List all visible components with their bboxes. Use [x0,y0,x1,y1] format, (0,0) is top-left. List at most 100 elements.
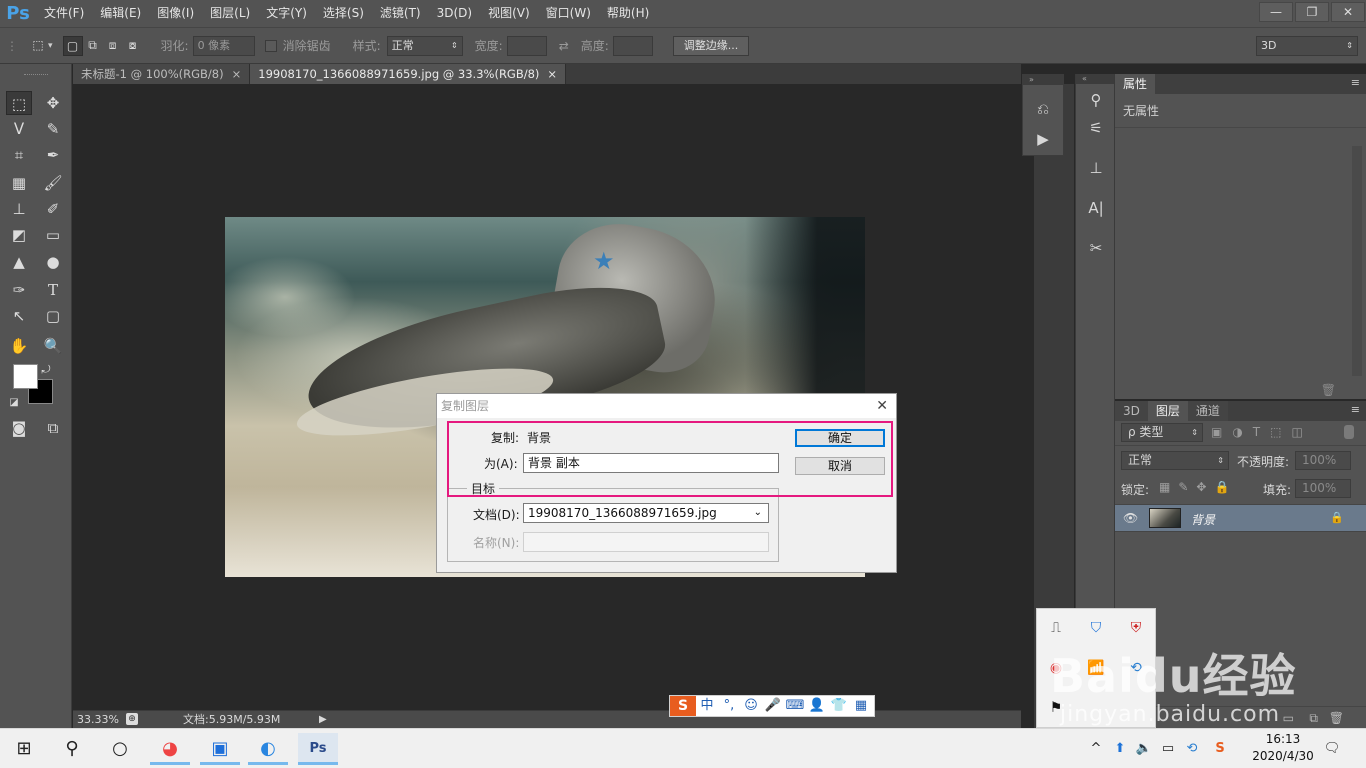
shield-icon[interactable]: ⛉ [1085,617,1107,639]
layer-row[interactable]: 👁 背景 🔒 [1115,504,1366,532]
gradient-tool-icon[interactable]: ▭ [40,223,66,247]
close-tab-icon[interactable]: × [547,67,557,81]
move-tool-icon[interactable]: ✥ [40,91,66,115]
new-group-icon[interactable]: ▭ [1283,711,1294,725]
tool-presets-icon[interactable]: ✂ [1084,236,1108,260]
browser-app-icon[interactable]: ◕ [150,733,190,765]
menu-view[interactable]: 视图(V) [480,0,538,27]
subtract-selection-icon[interactable]: ⧈ [103,36,123,56]
type-tool-icon[interactable]: T [40,278,66,302]
healing-brush-tool-icon[interactable]: ▦ [6,171,32,195]
width-input[interactable] [506,35,547,56]
history-icon[interactable]: ⎌ [1031,97,1055,121]
default-colors-icon[interactable]: ◪ [6,391,22,415]
history-brush-tool-icon[interactable]: ✐ [40,197,66,221]
clone-stamp-tool-icon[interactable]: ⊥ [6,197,32,221]
photoshop-app-icon[interactable]: Ps [298,733,338,765]
close-tab-icon[interactable]: × [232,67,242,81]
zoom-tool-icon[interactable]: 🔍 [40,334,66,358]
menu-select[interactable]: 选择(S) [315,0,372,27]
menu-help[interactable]: 帮助(H) [599,0,657,27]
punctuation-icon[interactable]: °, [718,696,740,716]
eyedropper-tool-icon[interactable]: ✒ [40,143,66,167]
rect-marquee-tool-icon[interactable]: ⬚ [6,91,32,115]
tab-3d[interactable]: 3D [1115,401,1148,421]
hand-tool-icon[interactable]: ✋ [6,334,32,358]
menu-image[interactable]: 图像(I) [149,0,202,27]
panel-menu-icon[interactable]: ≡ [1351,76,1360,89]
tab-photo[interactable]: 19908170_1366088971659.jpg @ 33.3%(RGB/8… [250,64,567,84]
eye-icon[interactable]: 👁 [1123,511,1138,525]
tab-layers[interactable]: 图层 [1147,401,1188,421]
security-icon[interactable]: ⛨ [1125,617,1147,639]
lasso-tool-icon[interactable]: ᐯ [6,117,32,141]
tab-untitled[interactable]: 未标题-1 @ 100%(RGB/8) × [73,64,251,84]
menu-3d[interactable]: 3D(D) [429,0,480,27]
search-icon[interactable]: ⚲ [52,733,92,765]
quick-mask-icon[interactable]: ◙ [6,416,32,440]
emoji-icon[interactable]: ☺ [740,696,762,716]
microphone-icon[interactable]: 🎤 [762,696,784,716]
intersect-selection-icon[interactable]: ⧇ [123,36,143,56]
blend-mode-select[interactable]: 正常 ⇕ [1121,451,1229,470]
path-select-tool-icon[interactable]: ↖ [6,304,32,328]
restore-button[interactable]: ❐ [1295,2,1329,22]
sogou-logo-icon[interactable]: S [670,696,696,716]
dialog-close-icon[interactable]: ✕ [876,394,888,418]
add-selection-icon[interactable]: ⧉ [83,36,103,56]
character-panel-icon[interactable]: A| [1084,196,1108,220]
feather-input[interactable]: 0 像素 [192,35,255,56]
shape-tool-icon[interactable]: ▢ [40,304,66,328]
chevron-down-icon[interactable]: ▾ [48,41,53,51]
delete-icon[interactable]: 🗑 [1321,383,1336,397]
user-icon[interactable]: 👤 [806,696,828,716]
menu-window[interactable]: 窗口(W) [538,0,599,27]
brush-preset-icon[interactable]: ⚲ [1084,88,1108,112]
workspace-select[interactable]: 3D ⇕ [1256,35,1358,56]
crop-tool-icon[interactable]: ⌗ [6,143,32,167]
filter-toggle[interactable] [1344,425,1354,439]
new-selection-icon[interactable]: ▢ [62,35,83,56]
delete-layer-icon[interactable]: 🗑 [1329,711,1344,725]
antialias-checkbox[interactable] [264,39,277,52]
menu-filter[interactable]: 滤镜(T) [372,0,429,27]
close-button[interactable]: ✕ [1331,2,1365,22]
actions-play-icon[interactable]: ▶ [1031,127,1055,151]
wps-app-icon[interactable]: ▣ [200,733,240,765]
tab-channels[interactable]: 通道 [1187,401,1228,421]
windows-start-icon[interactable]: ⊞ [4,733,44,765]
eraser-tool-icon[interactable]: ◩ [6,223,32,247]
sync-icon[interactable]: ⟲ [1125,657,1147,679]
properties-scrollbar[interactable] [1352,146,1362,376]
status-info-icon[interactable]: ⊕ [126,713,138,725]
panel-menu-icon[interactable]: ≡ [1351,403,1360,416]
pen-tool-icon[interactable]: ✑ [6,278,32,302]
flag-icon[interactable]: ⚑ [1045,697,1067,719]
volume-icon[interactable]: 🔈 [1134,739,1154,759]
usb-icon[interactable]: ⎍ [1045,617,1067,639]
blur-tool-icon[interactable]: ▲ [6,250,32,274]
sogou-browser-icon[interactable]: ◐ [248,733,288,765]
marquee-preset-icon[interactable]: ⬚ [28,36,48,56]
ime-mode[interactable]: 中 [696,696,718,716]
app-tray-icon[interactable]: ◉ [1045,657,1067,679]
sogou-tray-icon[interactable]: S [1210,739,1230,759]
tray-app-icon[interactable]: ⬆ [1110,739,1130,759]
collapse-arrows-icon[interactable]: » [1023,75,1063,85]
brush-settings-icon[interactable]: ⚟ [1084,116,1108,140]
name-input[interactable] [523,532,769,552]
status-menu-arrow-icon[interactable]: ▶ [319,711,327,728]
collapse-arrows-icon[interactable]: « [1076,74,1114,84]
style-select[interactable]: 正常 ⇕ [386,35,463,56]
menu-edit[interactable]: 编辑(E) [92,0,149,27]
clock[interactable]: 16:13 2020/4/30 [1248,731,1318,765]
toolbox-icon[interactable]: ▦ [850,696,872,716]
tab-properties[interactable]: 属性 [1115,74,1156,94]
keyboard-icon[interactable]: ⌨ [784,696,806,716]
refine-edge-button[interactable]: 调整边缘... [672,35,750,56]
network-icon[interactable]: 📶 [1085,657,1107,679]
tray-up-chevron-icon[interactable]: ^ [1086,739,1106,759]
sync-tray-icon[interactable]: ⟲ [1182,739,1202,759]
menu-layer[interactable]: 图层(L) [202,0,258,27]
fill-input[interactable]: 100% [1295,479,1351,498]
